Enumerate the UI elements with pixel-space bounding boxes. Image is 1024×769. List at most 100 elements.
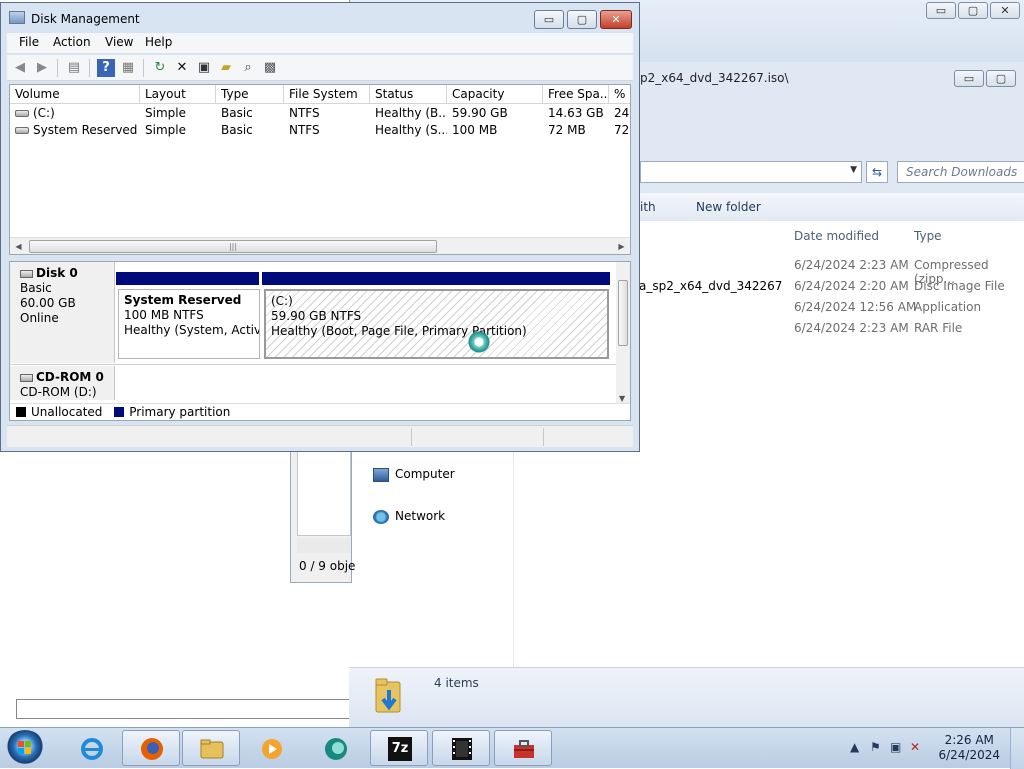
nav-item-network[interactable]: Network — [373, 507, 445, 525]
background-window-content — [297, 449, 351, 536]
refresh-icon[interactable]: ↻ — [151, 59, 169, 77]
taskbar-toolbox[interactable] — [494, 730, 552, 766]
computer-icon — [373, 467, 389, 482]
taskbar-film[interactable] — [432, 730, 490, 766]
column-type[interactable]: Type — [914, 229, 942, 243]
disk-management-icon — [9, 11, 25, 24]
properties-pane-icon[interactable]: ▦ — [119, 59, 137, 77]
volume-cell: (C:) — [10, 105, 140, 122]
system-reserved-bar — [116, 272, 259, 285]
action-center-flag-icon[interactable]: ⚑ — [870, 740, 881, 754]
text-input-strip[interactable] — [16, 699, 349, 719]
column-capacity[interactable]: Capacity — [447, 85, 543, 104]
show-hide-tree-icon[interactable]: ▤ — [65, 59, 83, 77]
refresh-icon[interactable]: ⇆ — [866, 161, 888, 183]
open-folder-icon[interactable]: ▰ — [217, 59, 235, 77]
column-layout[interactable]: Layout — [140, 85, 216, 104]
cdrom-label[interactable]: CD-ROM 0 CD-ROM (D:) — [10, 366, 115, 400]
dropdown-arrow-icon[interactable]: ▼ — [850, 165, 857, 175]
explore-icon[interactable]: ▩ — [261, 59, 279, 77]
vertical-scrollbar[interactable]: ▼ — [616, 262, 630, 403]
horizontal-scrollbar[interactable]: ◀ ||| ▶ — [10, 237, 630, 254]
scroll-left-icon[interactable]: ◀ — [10, 238, 27, 254]
share-with-menu[interactable]: ith — [640, 193, 656, 221]
delete-icon[interactable]: ✕ — [173, 59, 191, 77]
taskbar: 7z ▲ ⚑ ▣ ✕ 2:26 AM 6/24/2024 — [0, 727, 1024, 769]
search-input[interactable]: Search Downloads — [897, 161, 1024, 183]
explorer-minimize-button[interactable]: ▭ — [926, 2, 956, 19]
scroll-down-icon[interactable]: ▼ — [619, 394, 625, 403]
taskbar-spinner-app[interactable] — [306, 730, 364, 766]
column-date-modified[interactable]: Date modified — [794, 229, 879, 243]
explorer-maximize-button[interactable]: ▢ — [958, 2, 988, 19]
partition-name: (C:) — [271, 294, 293, 308]
drive-icon — [15, 127, 29, 134]
maximize-button[interactable]: ▢ — [567, 10, 597, 29]
properties-icon[interactable]: ▣ — [195, 59, 213, 77]
taskbar-ie[interactable] — [62, 730, 120, 766]
legend-primary-label: Primary partition — [129, 405, 231, 419]
volume-list: Volume Layout Type File System Status Ca… — [9, 84, 631, 255]
disk-management-titlebar[interactable]: Disk Management ▭ ▢ ✕ — [1, 3, 639, 33]
unallocated-swatch — [16, 407, 26, 417]
disk-graphical-view: Disk 0 Basic 60.00 GB Online System Rese… — [9, 261, 631, 421]
free-space-cell: 72 MB — [548, 123, 586, 137]
nav-item-computer[interactable]: Computer — [373, 465, 455, 483]
network-tray-icon[interactable]: ▣ — [890, 740, 901, 754]
show-hidden-icons-icon[interactable]: ▲ — [850, 740, 859, 754]
partition-size: 100 MB NTFS — [124, 308, 204, 322]
explorer-close-button[interactable]: ✕ — [990, 2, 1020, 19]
folder-icon — [200, 739, 224, 759]
menu-help[interactable]: Help — [145, 35, 172, 49]
disk0-name: Disk 0 — [36, 266, 78, 280]
column-volume[interactable]: Volume — [10, 85, 140, 104]
vertical-scroll-thumb[interactable] — [618, 280, 628, 346]
column-file-system[interactable]: File System — [284, 85, 370, 104]
menu-file[interactable]: File — [19, 35, 39, 49]
nav-computer-label: Computer — [395, 467, 455, 481]
volume-name: System Reserved — [33, 123, 138, 137]
disk0-label[interactable]: Disk 0 Basic 60.00 GB Online — [10, 262, 115, 363]
column-free-space[interactable]: Free Spa... — [543, 85, 609, 104]
menu-view[interactable]: View — [105, 35, 133, 49]
partition-c-drive[interactable]: (C:) 59.90 GB NTFS Healthy (Boot, Page F… — [264, 289, 609, 359]
toolbar-separator — [89, 59, 90, 77]
taskbar-7zip[interactable]: 7z — [370, 730, 428, 766]
system-tray: ▲ ⚑ ▣ ✕ 2:26 AM 6/24/2024 — [834, 728, 1024, 769]
partition-system-reserved[interactable]: System Reserved 100 MB NTFS Healthy (Sys… — [118, 289, 260, 359]
close-button[interactable]: ✕ — [600, 10, 632, 29]
search-icon[interactable]: ⌕ — [239, 59, 257, 77]
file-name[interactable]: a_sp2_x64_dvd_342267 — [639, 279, 782, 293]
forward-arrow-icon[interactable]: ▶ — [33, 59, 51, 77]
table-row[interactable]: (C:) Simple Basic NTFS Healthy (B... 59.… — [10, 105, 630, 122]
taskbar-media-player[interactable] — [242, 730, 300, 766]
taskbar-firefox[interactable] — [122, 730, 180, 766]
file-date: 6/24/2024 2:23 AM — [794, 258, 909, 272]
background-window-scrollbar[interactable] — [297, 538, 351, 553]
start-button[interactable] — [5, 730, 45, 766]
scroll-right-icon[interactable]: ▶ — [613, 238, 630, 254]
partition-status: Healthy (System, Active, — [124, 323, 260, 337]
scroll-thumb[interactable]: ||| — [29, 240, 437, 253]
volume-muted-icon[interactable]: ✕ — [910, 740, 920, 754]
taskbar-explorer[interactable] — [182, 730, 240, 766]
legend-primary: Primary partition — [114, 405, 230, 419]
layout-cell: Simple — [145, 123, 186, 137]
column-percent-free[interactable]: % F — [609, 85, 630, 104]
cdrom-icon — [20, 373, 33, 382]
help-icon[interactable]: ? — [97, 59, 115, 77]
address-combo[interactable]: ▼ — [640, 161, 862, 183]
minimize-button[interactable]: ▭ — [534, 10, 564, 29]
new-folder-button[interactable]: New folder — [696, 193, 761, 221]
clock[interactable]: 2:26 AM 6/24/2024 — [938, 733, 1000, 763]
show-desktop-button[interactable] — [1010, 728, 1024, 769]
window-title: Disk Management — [31, 12, 140, 26]
column-type[interactable]: Type — [216, 85, 284, 104]
back-arrow-icon[interactable]: ◀ — [11, 59, 29, 77]
column-status[interactable]: Status — [370, 85, 447, 104]
status-cell: Healthy (B... — [375, 106, 447, 120]
menu-action[interactable]: Action — [53, 35, 91, 49]
table-row[interactable]: System Reserved Simple Basic NTFS Health… — [10, 122, 630, 139]
percent-free-cell: 72 — [614, 123, 630, 137]
disk0-size: 60.00 GB — [20, 296, 76, 310]
